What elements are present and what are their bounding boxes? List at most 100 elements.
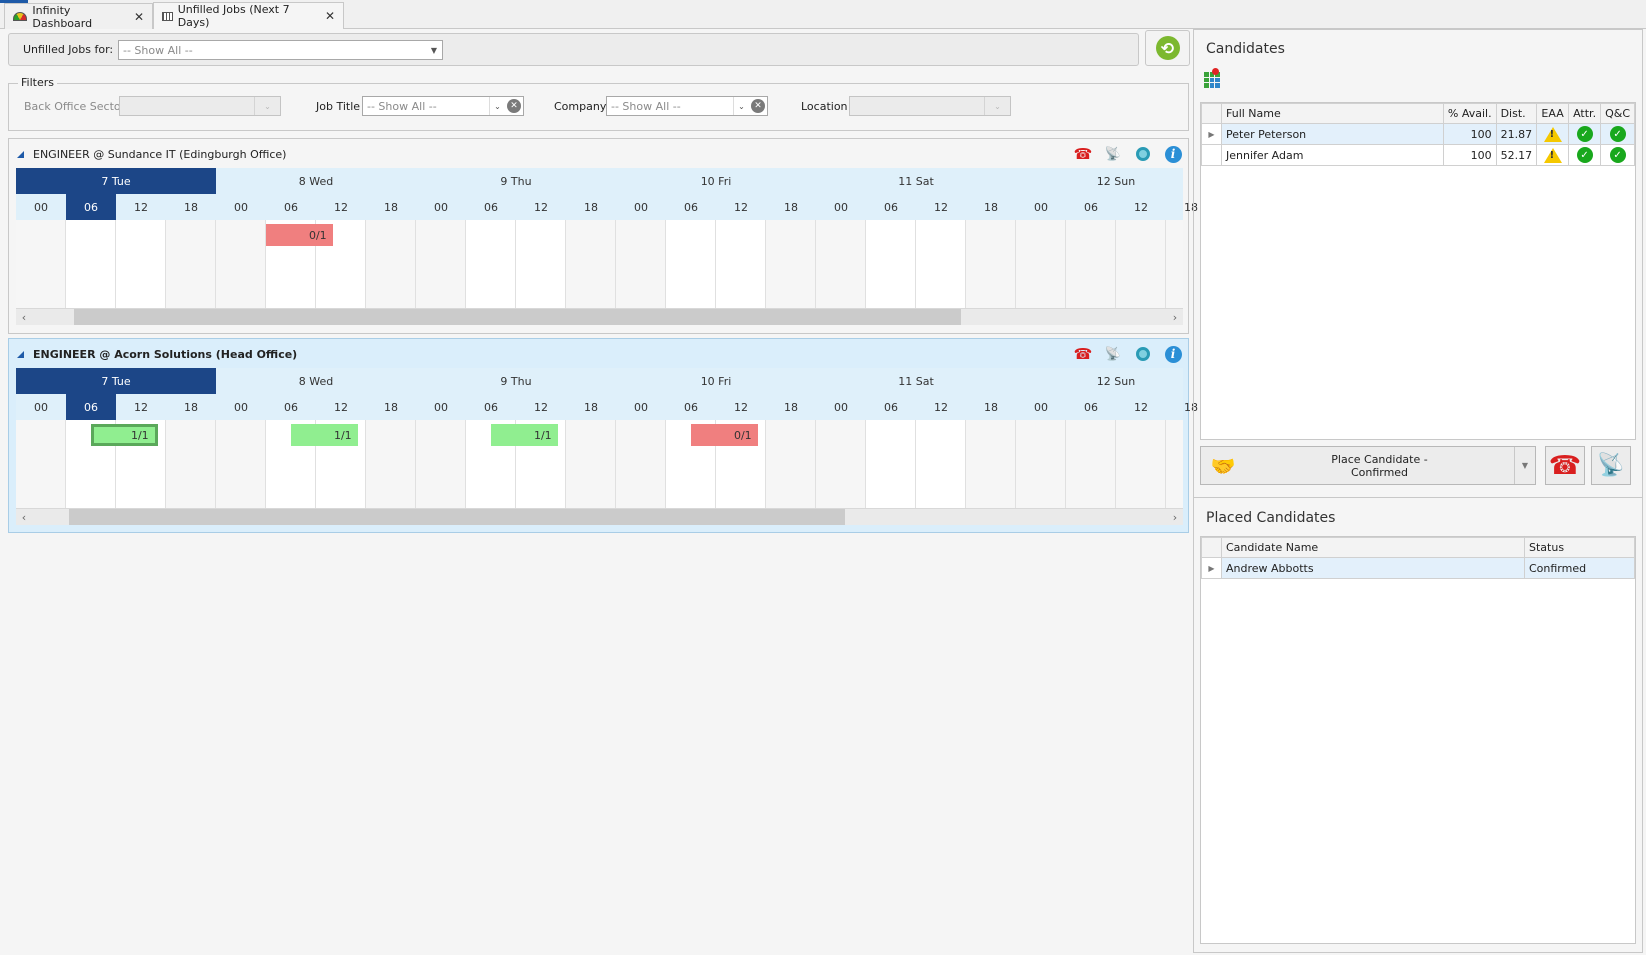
time-slot[interactable] <box>866 420 916 508</box>
time-slot[interactable] <box>766 220 816 308</box>
time-slot[interactable] <box>1116 420 1166 508</box>
job-panel[interactable]: ENGINEER @ Acorn Solutions (Head Office)… <box>8 338 1198 533</box>
shift-block[interactable]: 1/1 <box>291 424 358 446</box>
time-slot[interactable] <box>516 220 566 308</box>
time-slot[interactable] <box>216 420 266 508</box>
time-slot[interactable] <box>1116 220 1166 308</box>
candidate-row[interactable]: ▶ Peter Peterson 100 21.87! ✓ ✓ <box>1201 123 1635 145</box>
scrollbar-thumb[interactable] <box>74 309 962 325</box>
time-slot[interactable] <box>716 220 766 308</box>
shift-block[interactable]: 1/1 <box>491 424 558 446</box>
time-slot[interactable] <box>116 220 166 308</box>
scroll-left-icon[interactable]: ‹ <box>16 509 32 525</box>
job-title-select[interactable]: -- Show All -- ⌄ ✕ <box>362 96 524 116</box>
satellite-dish-icon[interactable]: 📡 <box>1104 345 1122 363</box>
shift-block[interactable]: 0/1 <box>691 424 758 446</box>
horizontal-scrollbar[interactable]: ‹ › <box>16 308 1183 325</box>
time-slot[interactable] <box>566 220 616 308</box>
time-slot[interactable] <box>616 420 666 508</box>
time-slot[interactable] <box>416 420 466 508</box>
back-office-sector-select[interactable]: ⌄ <box>119 96 281 116</box>
time-slot[interactable] <box>416 220 466 308</box>
column-header[interactable]: Full Name <box>1221 103 1444 124</box>
time-slot[interactable] <box>16 220 66 308</box>
time-slot[interactable] <box>566 420 616 508</box>
time-slot[interactable] <box>966 420 1016 508</box>
time-slot[interactable] <box>916 420 966 508</box>
satellite-dish-icon[interactable]: 📡 <box>1104 145 1122 163</box>
column-header[interactable]: Attr. <box>1568 103 1602 124</box>
time-slot[interactable] <box>466 220 516 308</box>
time-slot[interactable] <box>1166 420 1183 508</box>
clear-icon[interactable]: ✕ <box>751 99 765 113</box>
schedule-body[interactable] <box>16 420 1183 508</box>
time-slot[interactable] <box>366 220 416 308</box>
time-slot[interactable] <box>216 220 266 308</box>
collapse-icon[interactable] <box>17 350 24 358</box>
shift-block[interactable]: 1/1 <box>91 424 158 446</box>
column-header[interactable]: Dist. <box>1495 103 1538 124</box>
time-slot[interactable] <box>1066 220 1116 308</box>
column-header[interactable]: % Avail. <box>1442 103 1497 124</box>
tab-infinity-dashboard[interactable]: Infinity Dashboard ✕ <box>4 3 153 30</box>
time-slot[interactable] <box>666 220 716 308</box>
time-slot[interactable] <box>1016 220 1066 308</box>
chevron-down-icon[interactable]: ▼ <box>426 41 442 59</box>
time-slot[interactable] <box>816 220 866 308</box>
column-header[interactable]: EAA <box>1536 103 1570 124</box>
time-slot[interactable] <box>166 420 216 508</box>
info-icon[interactable]: i <box>1164 145 1182 163</box>
call-button[interactable]: ☎ <box>1545 446 1585 485</box>
time-slot[interactable] <box>1166 220 1183 308</box>
place-candidate-button[interactable]: 🤝 Place Candidate - Confirmed ▼ <box>1200 446 1536 485</box>
time-slot[interactable] <box>916 220 966 308</box>
time-slot[interactable] <box>616 220 666 308</box>
time-slot[interactable] <box>866 220 916 308</box>
magnifier-icon[interactable] <box>1134 145 1152 163</box>
chevron-down-icon[interactable]: ⌄ <box>489 97 505 115</box>
horizontal-scrollbar[interactable]: ‹ › <box>16 508 1183 525</box>
placed-candidate-row[interactable]: ▶ Andrew Abbotts Confirmed <box>1201 557 1635 579</box>
tab-unfilled-jobs[interactable]: Unfilled Jobs (Next 7 Days) ✕ <box>153 2 344 29</box>
job-panel[interactable]: ENGINEER @ Sundance IT (Edingburgh Offic… <box>8 138 1198 334</box>
job-header[interactable]: ENGINEER @ Sundance IT (Edingburgh Offic… <box>9 139 1188 169</box>
column-header[interactable]: Q&C <box>1600 103 1635 124</box>
time-slot[interactable] <box>16 420 66 508</box>
jobs-for-select[interactable]: -- Show All -- ▼ <box>118 40 443 60</box>
candidate-row[interactable]: Jennifer Adam 100 52.17! ✓ ✓ <box>1201 144 1635 166</box>
shift-block[interactable]: 0/1 <box>266 224 333 246</box>
column-header[interactable]: Candidate Name <box>1221 537 1525 558</box>
chevron-down-icon[interactable]: ⌄ <box>984 97 1010 115</box>
hour-header: 18 <box>384 200 398 214</box>
close-icon[interactable]: ✕ <box>134 10 144 24</box>
refresh-button[interactable]: ⟲ <box>1145 30 1190 66</box>
schedule-body[interactable] <box>16 220 1183 308</box>
time-slot[interactable] <box>1016 420 1066 508</box>
phone-icon[interactable]: ☎ <box>1074 145 1093 163</box>
time-slot[interactable] <box>66 220 116 308</box>
column-header[interactable]: Status <box>1524 537 1635 558</box>
scrollbar-thumb[interactable] <box>68 509 845 525</box>
phone-icon[interactable]: ☎ <box>1074 345 1093 363</box>
time-slot[interactable] <box>816 420 866 508</box>
close-icon[interactable]: ✕ <box>325 9 335 23</box>
job-header[interactable]: ENGINEER @ Acorn Solutions (Head Office)… <box>9 339 1188 369</box>
time-slot[interactable] <box>366 420 416 508</box>
time-slot[interactable] <box>166 220 216 308</box>
chevron-down-icon[interactable]: ▼ <box>1514 447 1535 484</box>
scroll-right-icon[interactable]: › <box>1167 509 1183 525</box>
chevron-down-icon[interactable]: ⌄ <box>733 97 749 115</box>
chevron-down-icon[interactable]: ⌄ <box>254 97 280 115</box>
collapse-icon[interactable] <box>17 150 24 158</box>
scroll-right-icon[interactable]: › <box>1167 309 1183 325</box>
scroll-left-icon[interactable]: ‹ <box>16 309 32 325</box>
company-select[interactable]: -- Show All -- ⌄ ✕ <box>606 96 768 116</box>
time-slot[interactable] <box>966 220 1016 308</box>
time-slot[interactable] <box>1066 420 1116 508</box>
broadcast-button[interactable]: 📡 <box>1591 446 1631 485</box>
info-icon[interactable]: i <box>1164 345 1182 363</box>
time-slot[interactable] <box>766 420 816 508</box>
magnifier-icon[interactable] <box>1134 345 1152 363</box>
clear-icon[interactable]: ✕ <box>507 99 521 113</box>
location-select[interactable]: ⌄ <box>849 96 1011 116</box>
